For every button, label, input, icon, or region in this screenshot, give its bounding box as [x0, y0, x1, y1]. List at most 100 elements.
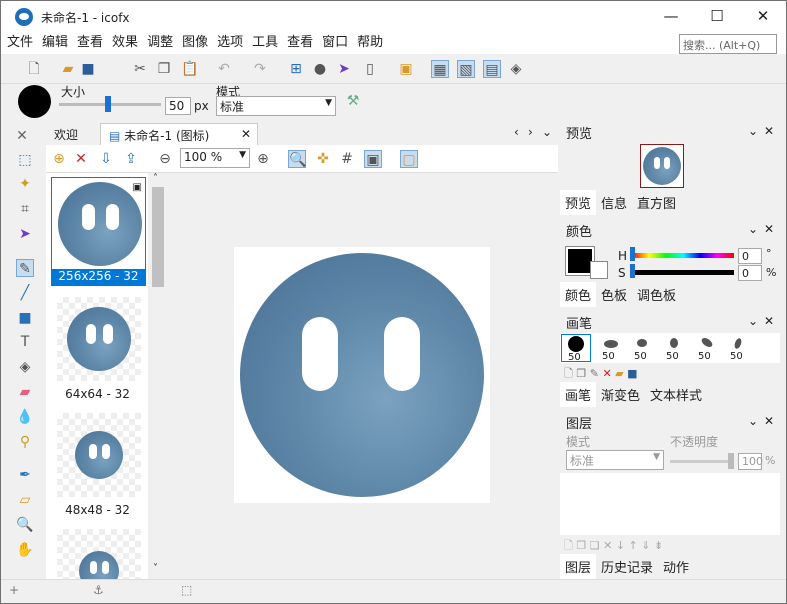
hue-thumb[interactable] [630, 247, 635, 261]
close-icon[interactable]: ✕ [764, 414, 774, 428]
line-icon[interactable]: ╱ [16, 284, 34, 302]
menu-image[interactable]: 图像 [179, 32, 211, 54]
tab-prev-icon[interactable]: ‹ [514, 125, 519, 139]
fill-bucket-icon[interactable]: ◈ [16, 358, 34, 376]
duplicate-layer-icon[interactable]: ❐ [576, 539, 586, 552]
eyedropper-icon[interactable]: ✒ [16, 466, 34, 484]
delete-layer-icon[interactable]: ✕ [603, 539, 612, 552]
duplicate-brush-icon[interactable]: ❐ [576, 367, 586, 380]
apple-icon[interactable]: ● [311, 60, 329, 78]
save-brush-icon[interactable]: ■ [627, 367, 637, 380]
merge-layer-icon[interactable]: ❏ [590, 539, 600, 552]
menu-file[interactable]: 文件 [4, 32, 36, 54]
collapse-icon[interactable]: ⌄ [748, 314, 758, 328]
brush-item[interactable]: 50 [628, 334, 658, 362]
new-layer-icon[interactable]: 🗋 [564, 539, 573, 552]
save-icon[interactable]: ■ [79, 60, 97, 78]
thumbnail-scrollbar[interactable]: ˄ ˅ [150, 173, 166, 579]
maximize-button[interactable]: ☐ [694, 1, 740, 32]
add-image-icon[interactable]: ⊕ [50, 150, 68, 168]
grid-icon[interactable]: # [338, 150, 356, 168]
tab-document[interactable]: ▤ 未命名-1 (图标) ✕ [100, 123, 258, 145]
background-color-swatch[interactable] [590, 261, 608, 279]
eraser-icon[interactable]: ▰ [16, 383, 34, 401]
load-brush-icon[interactable]: ▰ [615, 367, 623, 380]
menu-window[interactable]: 窗口 [319, 32, 351, 54]
saturation-slider[interactable] [632, 270, 734, 275]
marquee-select-icon[interactable]: ⬚ [16, 151, 34, 169]
tab-color[interactable]: 颜色 [560, 282, 597, 307]
list-item[interactable]: ▣ 256x256 - 32 [51, 177, 146, 286]
open-folder-icon[interactable]: ▰ [59, 60, 77, 78]
menu-view[interactable]: 查看 [74, 32, 106, 54]
ruler-icon[interactable]: ▱ [16, 491, 34, 509]
brush-item[interactable]: 50 [724, 334, 754, 362]
flatten-icon[interactable]: ⇟ [654, 539, 663, 552]
magic-wand-icon[interactable]: ✦ [16, 175, 34, 193]
grid-select-icon[interactable]: ▤ [483, 60, 501, 78]
list-item[interactable]: 48x48 - 32 [51, 409, 146, 517]
edit-brush-icon[interactable]: ✎ [590, 367, 599, 380]
menu-view-2[interactable]: 查看 [284, 32, 316, 54]
dodge-icon[interactable]: ⚲ [16, 433, 34, 451]
menu-tools[interactable]: 工具 [249, 32, 281, 54]
cut-icon[interactable]: ✂ [131, 60, 149, 78]
panel-view-icon[interactable]: ▣ [364, 150, 382, 168]
tab-next-icon[interactable]: › [528, 125, 533, 139]
close-icon[interactable]: ✕ [764, 124, 774, 138]
layer-mode-select[interactable]: 标准 ▼ [566, 450, 664, 470]
collapse-icon[interactable]: ⌄ [748, 414, 758, 428]
delete-image-icon[interactable]: ✕ [72, 150, 90, 168]
blur-drop-icon[interactable]: 💧 [16, 408, 34, 426]
folder-image-icon[interactable]: ▣ [397, 60, 415, 78]
crop-icon[interactable]: ⌗ [16, 200, 34, 218]
close-icon[interactable]: ✕ [764, 222, 774, 236]
rectangle-icon[interactable]: ■ [16, 309, 34, 327]
search-input[interactable]: 搜索... (Alt+Q) [679, 34, 777, 54]
opacity-slider[interactable] [670, 460, 734, 463]
magnify-icon[interactable]: 🔍 [288, 150, 306, 168]
pick-icon[interactable]: ⚒ [344, 92, 362, 110]
menu-options[interactable]: 选项 [214, 32, 246, 54]
tab-layers[interactable]: 图层 [560, 554, 597, 579]
menu-adjust[interactable]: 调整 [144, 32, 176, 54]
import-icon[interactable]: ⇩ [97, 150, 115, 168]
tab-preview[interactable]: 预览 [560, 190, 597, 215]
tab-history[interactable]: 历史记录 [596, 554, 658, 579]
tab-text-style[interactable]: 文本样式 [645, 382, 707, 407]
close-icon[interactable]: ✕ [764, 314, 774, 328]
crosshair-icon[interactable]: ✜ [314, 150, 332, 168]
paste-icon[interactable]: 📋 [181, 60, 199, 78]
brush-item[interactable]: 50 [596, 334, 626, 362]
tab-palette[interactable]: 调色板 [632, 282, 681, 307]
tab-list-icon[interactable]: ⌄ [542, 125, 552, 139]
menu-help[interactable]: 帮助 [354, 32, 386, 54]
new-brush-icon[interactable]: 🗋 [564, 367, 573, 380]
tab-gradient[interactable]: 渐变色 [596, 382, 645, 407]
tab-swatches[interactable]: 色板 [596, 282, 632, 307]
opacity-thumb[interactable] [728, 453, 734, 469]
undo-icon[interactable]: ↶ [215, 60, 233, 78]
tab-welcome[interactable]: 欢迎 [46, 123, 86, 145]
delete-brush-icon[interactable]: ✕ [602, 367, 611, 380]
merge-down-icon[interactable]: ⇓ [641, 539, 650, 552]
tab-info[interactable]: 信息 [596, 190, 632, 215]
move-icon[interactable]: ➤ [16, 225, 34, 243]
tab-actions[interactable]: 动作 [658, 554, 694, 579]
hatch-icon[interactable]: ▧ [457, 60, 475, 78]
zoom-select[interactable]: 100 % ▼ [180, 148, 250, 168]
zoom-in-icon[interactable]: ⊕ [254, 150, 272, 168]
opacity-input[interactable]: 100 [738, 453, 763, 470]
frame-icon[interactable]: ▢ [400, 150, 418, 168]
tab-close-icon[interactable]: ✕ [241, 127, 251, 141]
brush-tool-icon[interactable]: ✎ [16, 259, 34, 277]
saturation-thumb[interactable] [630, 264, 635, 278]
zoom-out-icon[interactable]: ⊖ [156, 150, 174, 168]
scroll-down-icon[interactable]: ˅ [153, 563, 158, 574]
mode-select[interactable]: 标准 ▼ [216, 96, 336, 116]
saturation-input[interactable]: 0 [738, 265, 762, 281]
zoom-icon[interactable]: 🔍 [16, 516, 34, 534]
export-icon[interactable]: ⇪ [122, 150, 140, 168]
hue-input[interactable]: 0 [738, 248, 762, 264]
tab-histogram[interactable]: 直方图 [632, 190, 681, 215]
